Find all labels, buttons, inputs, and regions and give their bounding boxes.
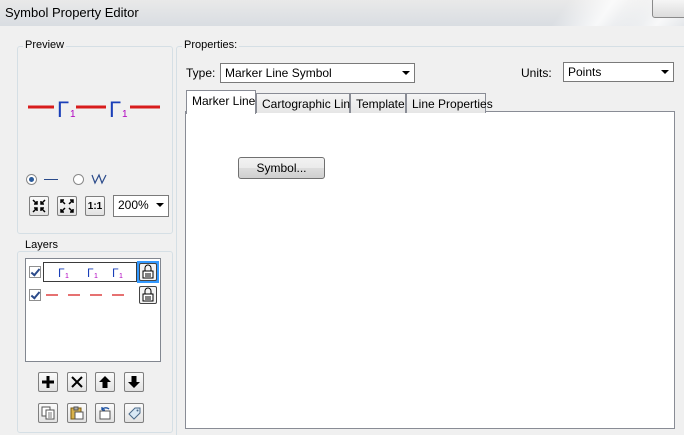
copy-icon [41, 406, 55, 420]
zigzag-preview-radio[interactable] [73, 174, 84, 185]
layer-visible-checkbox[interactable] [29, 266, 41, 278]
expand-arrows-icon [60, 199, 74, 213]
svg-text:Γ: Γ [87, 266, 94, 280]
paste-icon [70, 406, 84, 420]
svg-text:1: 1 [119, 273, 123, 280]
preview-marker-glyph: Γ [109, 97, 121, 122]
zoom-select-value: 200% [118, 198, 149, 212]
remove-layer-button[interactable] [67, 372, 87, 392]
layer-lock-button[interactable] [139, 263, 157, 281]
tag-icon [128, 407, 141, 420]
straight-line-icon [44, 179, 58, 180]
add-layer-button[interactable] [38, 372, 58, 392]
chevron-down-icon [661, 70, 669, 74]
chevron-down-icon [402, 71, 410, 75]
type-select[interactable]: Marker Line Symbol [220, 63, 415, 83]
close-button[interactable] [652, 0, 684, 18]
type-select-value: Marker Line Symbol [225, 66, 332, 80]
svg-text:Γ: Γ [112, 266, 119, 280]
preview-label: Preview [23, 39, 67, 51]
layer-properties-button[interactable] [124, 403, 144, 423]
arrow-down-icon [128, 376, 140, 388]
paste-layer-button[interactable] [67, 403, 87, 423]
one-to-one-icon: 1:1 [87, 200, 103, 212]
units-select-value: Points [568, 65, 602, 79]
shrink-arrows-icon [32, 199, 46, 213]
title-bar[interactable]: Symbol Property Editor [0, 0, 684, 26]
layer-row-cartographic[interactable] [26, 284, 160, 306]
window-title: Symbol Property Editor [5, 5, 139, 20]
zigzag-line-icon [91, 173, 107, 185]
tab-label: Template [356, 97, 405, 111]
svg-text:1: 1 [65, 273, 69, 280]
layer-lock-button[interactable] [139, 286, 157, 304]
layer-visible-checkbox[interactable] [29, 289, 41, 301]
lock-icon [142, 287, 154, 302]
preview-marker-sub: 1 [122, 109, 128, 120]
move-layer-up-button[interactable] [95, 372, 115, 392]
svg-text:1: 1 [94, 273, 98, 280]
marker-line-thumbnail: Γ 1 Γ 1 Γ 1 [58, 266, 123, 280]
copy-layer-button[interactable] [38, 403, 58, 423]
units-label: Units: [521, 66, 552, 80]
symbol-button[interactable]: Symbol... [238, 157, 325, 179]
properties-label: Properties: [182, 39, 240, 51]
tab-line-properties[interactable]: Line Properties [406, 93, 493, 113]
actual-size-button[interactable]: 1:1 [85, 196, 105, 216]
preview-marker-glyph: Γ [57, 97, 69, 122]
units-select[interactable]: Points [563, 62, 674, 82]
dashed-line-thumbnail [46, 294, 134, 296]
preview-symbol: Γ 1 Γ 1 [28, 97, 160, 122]
tab-label: Marker Line [192, 94, 256, 108]
plus-icon [42, 376, 54, 388]
lock-icon [142, 264, 154, 279]
tab-cartographic-line[interactable]: Cartographic Line [256, 93, 357, 113]
move-layer-down-button[interactable] [124, 372, 144, 392]
tab-template[interactable]: Template [350, 93, 406, 113]
svg-text:Γ: Γ [58, 266, 65, 280]
tab-label: Line Properties [412, 97, 493, 111]
zoom-select[interactable]: 200% [113, 195, 169, 217]
layer-row-marker[interactable]: Γ 1 Γ 1 Γ 1 [26, 261, 160, 283]
symbol-property-editor-window: Symbol Property Editor Preview Γ 1 Γ 1 1… [0, 0, 684, 435]
undo-document-icon [99, 407, 111, 420]
symbol-button-label: Symbol... [256, 161, 307, 175]
zoom-full-button[interactable] [57, 196, 77, 216]
line-preview-radio[interactable] [26, 174, 37, 185]
type-label: Type: [186, 66, 216, 80]
x-icon [71, 376, 83, 388]
tab-label: Cartographic Line [262, 97, 357, 111]
reset-layer-button[interactable] [95, 403, 115, 423]
layer-preview-marker: Γ 1 Γ 1 Γ 1 [43, 262, 137, 282]
active-tab-joiner [187, 110, 255, 113]
preview-marker-sub: 1 [70, 109, 76, 120]
layers-label: Layers [23, 239, 61, 251]
zoom-to-fit-button[interactable] [29, 196, 49, 216]
chevron-down-icon [156, 203, 164, 207]
layers-list[interactable]: Γ 1 Γ 1 Γ 1 [25, 258, 161, 362]
arrow-up-icon [99, 376, 111, 388]
